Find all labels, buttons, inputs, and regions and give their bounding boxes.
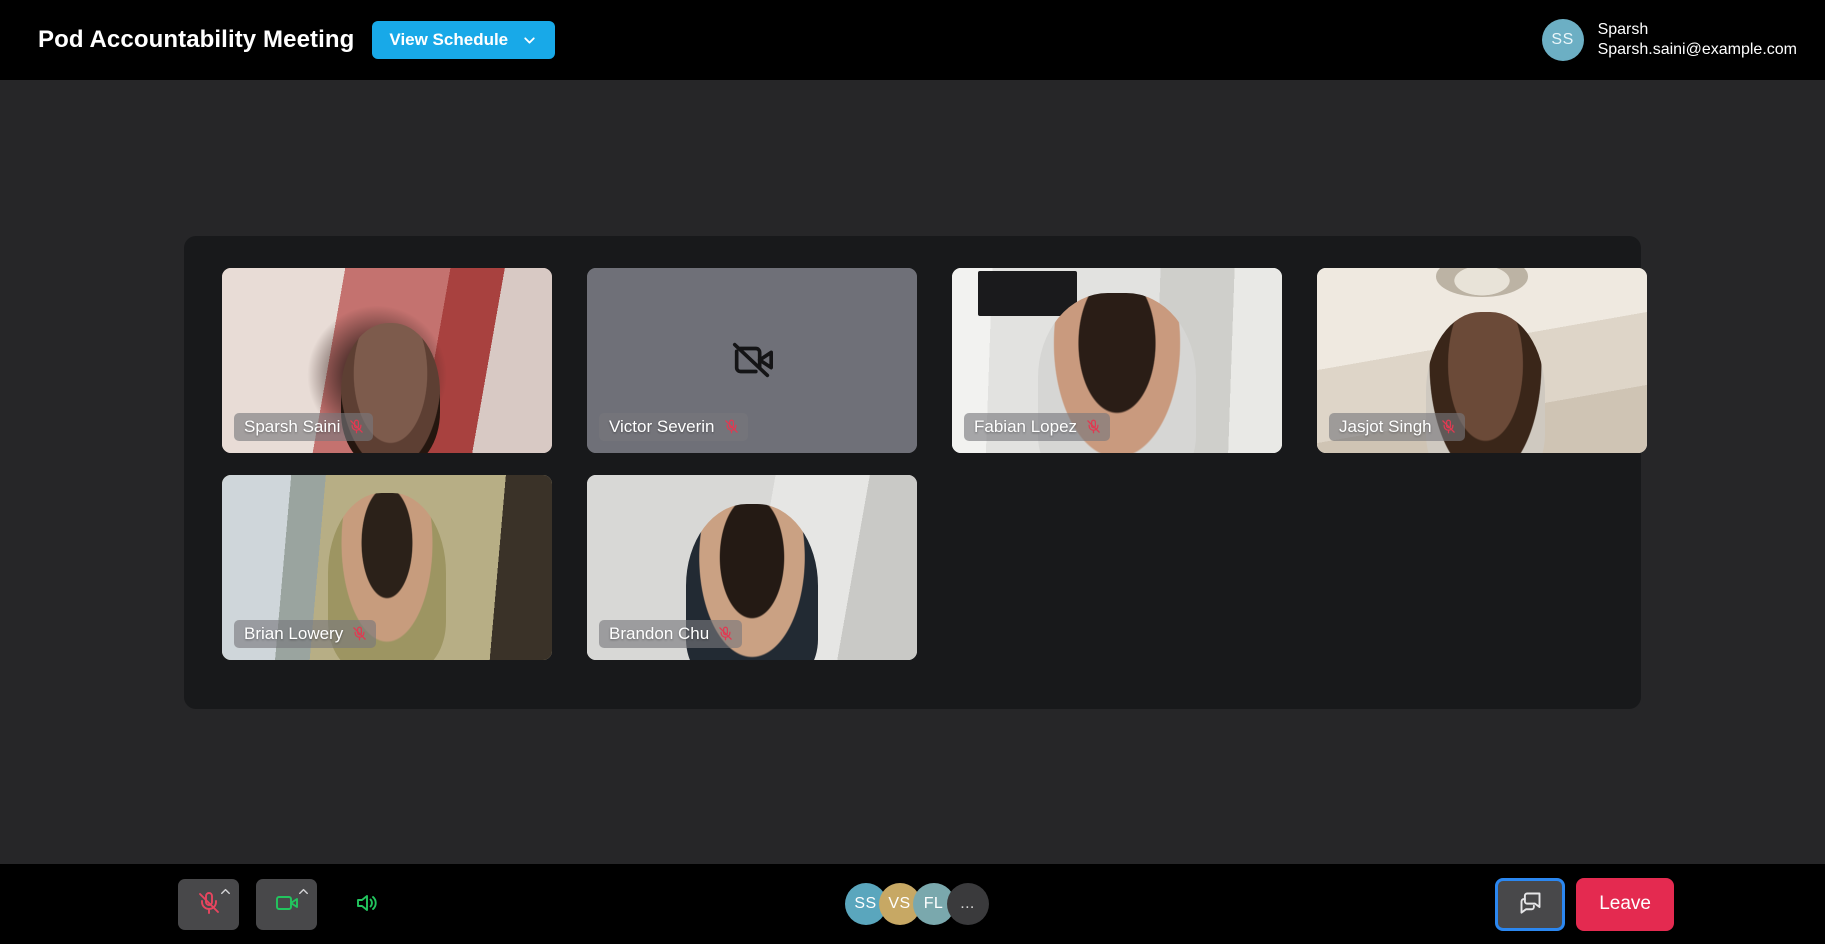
participant-tile[interactable]: Victor Severin — [587, 267, 917, 453]
participant-name-badge: Jasjot Singh — [1329, 412, 1465, 441]
toolbar-right-group: Leave — [1495, 877, 1825, 931]
stack-avatar-more[interactable]: ... — [946, 883, 989, 925]
toolbar-left-group — [0, 878, 386, 930]
mic-muted-icon — [349, 417, 364, 436]
participant-name: Brandon Chu — [609, 623, 710, 643]
account-name: Sparsh — [1597, 21, 1649, 38]
view-schedule-label: View Schedule — [389, 30, 509, 49]
mic-toggle-button[interactable] — [178, 878, 239, 930]
participant-name: Fabian Lopez — [974, 416, 1078, 436]
participant-avatar-stack[interactable]: SS VS FL ... — [844, 883, 989, 925]
participant-name: Sparsh Saini — [244, 416, 341, 436]
chevron-up-icon[interactable] — [218, 884, 233, 899]
participant-name: Jasjot Singh — [1339, 416, 1432, 436]
account-text: Sparsh Sparsh.saini@example.com — [1598, 20, 1797, 60]
mic-muted-icon — [1441, 417, 1456, 436]
participant-name: Brian Lowery — [244, 623, 344, 643]
participant-name-badge: Brian Lowery — [234, 619, 377, 648]
account-email: Sparsh.saini@example.com — [1597, 41, 1797, 58]
page-title: Pod Accountability Meeting — [38, 26, 355, 53]
video-grid: Sparsh Saini Victor Severin Fabian Lopez… — [222, 267, 1647, 660]
participant-name-badge: Brandon Chu — [599, 619, 743, 648]
participant-tile[interactable]: Fabian Lopez — [952, 267, 1282, 453]
participant-tile[interactable]: Sparsh Saini — [222, 267, 552, 453]
participant-tile[interactable]: Brian Lowery — [222, 474, 552, 660]
camera-toggle-button[interactable] — [256, 878, 317, 930]
participant-tile[interactable]: Jasjot Singh — [1317, 267, 1647, 453]
view-schedule-button[interactable]: View Schedule — [372, 21, 556, 59]
mic-muted-icon — [718, 624, 733, 643]
mic-muted-icon — [1086, 417, 1101, 436]
participant-tile[interactable]: Brandon Chu — [587, 474, 917, 660]
meeting-toolbar: SS VS FL ... Leave — [0, 864, 1825, 944]
participant-name-badge: Sparsh Saini — [234, 412, 374, 441]
account-menu[interactable]: SS Sparsh Sparsh.saini@example.com — [1541, 19, 1797, 61]
speaker-toggle-button[interactable] — [346, 884, 386, 924]
chevron-down-icon — [521, 32, 538, 49]
avatar: SS — [1541, 19, 1584, 61]
mic-muted-icon — [197, 889, 221, 920]
video-grid-panel: Sparsh Saini Victor Severin Fabian Lopez… — [184, 235, 1647, 709]
mic-muted-icon — [352, 624, 367, 643]
mic-muted-icon — [724, 417, 739, 436]
app-header: Pod Accountability Meeting View Schedule… — [0, 0, 1825, 80]
participant-name-badge: Fabian Lopez — [964, 412, 1111, 441]
leave-button[interactable]: Leave — [1576, 877, 1674, 931]
speaker-on-icon — [353, 891, 379, 918]
meeting-stage: Sparsh Saini Victor Severin Fabian Lopez… — [0, 80, 1825, 864]
participant-name-badge: Victor Severin — [599, 412, 748, 441]
participant-name: Victor Severin — [609, 416, 715, 436]
chat-bubbles-icon — [1517, 889, 1544, 919]
chat-button[interactable] — [1495, 877, 1566, 931]
chevron-up-icon[interactable] — [296, 884, 311, 899]
